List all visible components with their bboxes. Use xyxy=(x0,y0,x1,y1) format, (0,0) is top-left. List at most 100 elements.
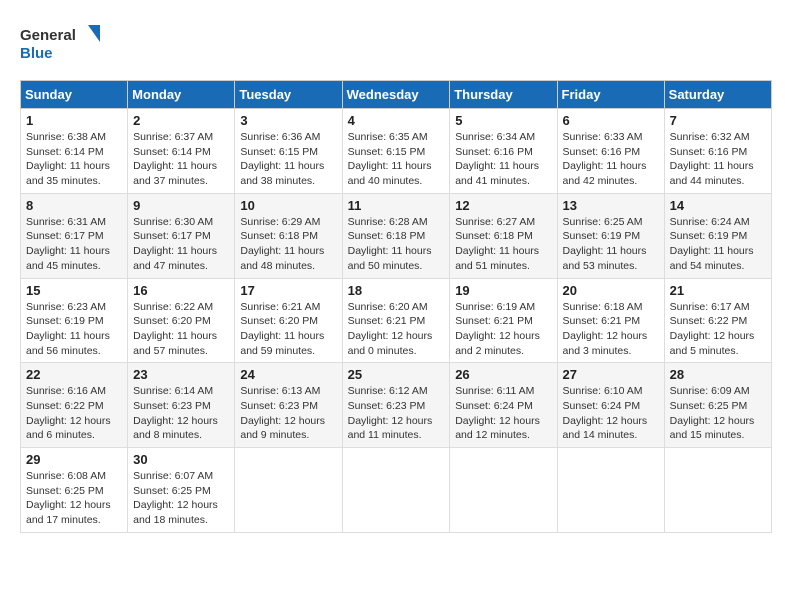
day-info: Sunrise: 6:38 AM Sunset: 6:14 PM Dayligh… xyxy=(26,130,122,189)
day-info: Sunrise: 6:29 AM Sunset: 6:18 PM Dayligh… xyxy=(240,215,336,274)
day-info: Sunrise: 6:12 AM Sunset: 6:23 PM Dayligh… xyxy=(348,384,445,443)
svg-text:Blue: Blue xyxy=(20,45,53,62)
calendar-cell: 29 Sunrise: 6:08 AM Sunset: 6:25 PM Dayl… xyxy=(21,448,128,533)
calendar-cell: 2 Sunrise: 6:37 AM Sunset: 6:14 PM Dayli… xyxy=(128,109,235,194)
day-info: Sunrise: 6:16 AM Sunset: 6:22 PM Dayligh… xyxy=(26,384,122,443)
day-number: 20 xyxy=(563,283,659,298)
weekday-header-tuesday: Tuesday xyxy=(235,81,342,109)
calendar-cell: 14 Sunrise: 6:24 AM Sunset: 6:19 PM Dayl… xyxy=(664,193,771,278)
day-info: Sunrise: 6:34 AM Sunset: 6:16 PM Dayligh… xyxy=(455,130,551,189)
day-number: 8 xyxy=(26,198,122,213)
day-info: Sunrise: 6:11 AM Sunset: 6:24 PM Dayligh… xyxy=(455,384,551,443)
day-info: Sunrise: 6:14 AM Sunset: 6:23 PM Dayligh… xyxy=(133,384,229,443)
svg-text:General: General xyxy=(20,27,76,44)
calendar-cell: 23 Sunrise: 6:14 AM Sunset: 6:23 PM Dayl… xyxy=(128,363,235,448)
day-number: 3 xyxy=(240,113,336,128)
calendar-table: SundayMondayTuesdayWednesdayThursdayFrid… xyxy=(20,80,772,533)
week-row-5: 29 Sunrise: 6:08 AM Sunset: 6:25 PM Dayl… xyxy=(21,448,772,533)
day-info: Sunrise: 6:32 AM Sunset: 6:16 PM Dayligh… xyxy=(670,130,766,189)
logo-svg: General Blue xyxy=(20,20,100,70)
day-number: 16 xyxy=(133,283,229,298)
day-info: Sunrise: 6:30 AM Sunset: 6:17 PM Dayligh… xyxy=(133,215,229,274)
day-number: 25 xyxy=(348,367,445,382)
calendar-cell: 15 Sunrise: 6:23 AM Sunset: 6:19 PM Dayl… xyxy=(21,278,128,363)
calendar-cell: 27 Sunrise: 6:10 AM Sunset: 6:24 PM Dayl… xyxy=(557,363,664,448)
calendar-cell: 26 Sunrise: 6:11 AM Sunset: 6:24 PM Dayl… xyxy=(450,363,557,448)
calendar-cell: 21 Sunrise: 6:17 AM Sunset: 6:22 PM Dayl… xyxy=(664,278,771,363)
calendar-cell: 6 Sunrise: 6:33 AM Sunset: 6:16 PM Dayli… xyxy=(557,109,664,194)
calendar-cell: 16 Sunrise: 6:22 AM Sunset: 6:20 PM Dayl… xyxy=(128,278,235,363)
day-number: 9 xyxy=(133,198,229,213)
day-info: Sunrise: 6:19 AM Sunset: 6:21 PM Dayligh… xyxy=(455,300,551,359)
calendar-cell xyxy=(664,448,771,533)
day-info: Sunrise: 6:10 AM Sunset: 6:24 PM Dayligh… xyxy=(563,384,659,443)
day-info: Sunrise: 6:24 AM Sunset: 6:19 PM Dayligh… xyxy=(670,215,766,274)
day-info: Sunrise: 6:08 AM Sunset: 6:25 PM Dayligh… xyxy=(26,469,122,528)
day-number: 12 xyxy=(455,198,551,213)
day-info: Sunrise: 6:17 AM Sunset: 6:22 PM Dayligh… xyxy=(670,300,766,359)
calendar-cell: 13 Sunrise: 6:25 AM Sunset: 6:19 PM Dayl… xyxy=(557,193,664,278)
calendar-cell: 22 Sunrise: 6:16 AM Sunset: 6:22 PM Dayl… xyxy=(21,363,128,448)
day-number: 26 xyxy=(455,367,551,382)
day-number: 13 xyxy=(563,198,659,213)
calendar-cell: 25 Sunrise: 6:12 AM Sunset: 6:23 PM Dayl… xyxy=(342,363,450,448)
day-info: Sunrise: 6:33 AM Sunset: 6:16 PM Dayligh… xyxy=(563,130,659,189)
day-number: 27 xyxy=(563,367,659,382)
calendar-cell xyxy=(557,448,664,533)
day-info: Sunrise: 6:25 AM Sunset: 6:19 PM Dayligh… xyxy=(563,215,659,274)
day-number: 1 xyxy=(26,113,122,128)
day-info: Sunrise: 6:31 AM Sunset: 6:17 PM Dayligh… xyxy=(26,215,122,274)
calendar-cell xyxy=(235,448,342,533)
day-number: 10 xyxy=(240,198,336,213)
calendar-cell: 17 Sunrise: 6:21 AM Sunset: 6:20 PM Dayl… xyxy=(235,278,342,363)
day-number: 18 xyxy=(348,283,445,298)
logo: General Blue xyxy=(20,20,100,70)
calendar-cell: 19 Sunrise: 6:19 AM Sunset: 6:21 PM Dayl… xyxy=(450,278,557,363)
week-row-3: 15 Sunrise: 6:23 AM Sunset: 6:19 PM Dayl… xyxy=(21,278,772,363)
day-number: 30 xyxy=(133,452,229,467)
day-number: 6 xyxy=(563,113,659,128)
calendar-cell: 9 Sunrise: 6:30 AM Sunset: 6:17 PM Dayli… xyxy=(128,193,235,278)
page-header: General Blue xyxy=(20,20,772,70)
weekday-header-thursday: Thursday xyxy=(450,81,557,109)
calendar-cell: 5 Sunrise: 6:34 AM Sunset: 6:16 PM Dayli… xyxy=(450,109,557,194)
day-number: 14 xyxy=(670,198,766,213)
week-row-4: 22 Sunrise: 6:16 AM Sunset: 6:22 PM Dayl… xyxy=(21,363,772,448)
calendar-cell: 28 Sunrise: 6:09 AM Sunset: 6:25 PM Dayl… xyxy=(664,363,771,448)
calendar-cell: 18 Sunrise: 6:20 AM Sunset: 6:21 PM Dayl… xyxy=(342,278,450,363)
day-info: Sunrise: 6:37 AM Sunset: 6:14 PM Dayligh… xyxy=(133,130,229,189)
day-info: Sunrise: 6:18 AM Sunset: 6:21 PM Dayligh… xyxy=(563,300,659,359)
day-info: Sunrise: 6:13 AM Sunset: 6:23 PM Dayligh… xyxy=(240,384,336,443)
day-number: 28 xyxy=(670,367,766,382)
day-number: 5 xyxy=(455,113,551,128)
calendar-cell: 1 Sunrise: 6:38 AM Sunset: 6:14 PM Dayli… xyxy=(21,109,128,194)
calendar-cell xyxy=(450,448,557,533)
calendar-cell: 4 Sunrise: 6:35 AM Sunset: 6:15 PM Dayli… xyxy=(342,109,450,194)
day-number: 2 xyxy=(133,113,229,128)
day-number: 22 xyxy=(26,367,122,382)
day-info: Sunrise: 6:36 AM Sunset: 6:15 PM Dayligh… xyxy=(240,130,336,189)
calendar-cell xyxy=(342,448,450,533)
day-number: 15 xyxy=(26,283,122,298)
day-info: Sunrise: 6:22 AM Sunset: 6:20 PM Dayligh… xyxy=(133,300,229,359)
day-number: 4 xyxy=(348,113,445,128)
day-info: Sunrise: 6:27 AM Sunset: 6:18 PM Dayligh… xyxy=(455,215,551,274)
day-number: 24 xyxy=(240,367,336,382)
day-number: 29 xyxy=(26,452,122,467)
calendar-cell: 20 Sunrise: 6:18 AM Sunset: 6:21 PM Dayl… xyxy=(557,278,664,363)
weekday-header-row: SundayMondayTuesdayWednesdayThursdayFrid… xyxy=(21,81,772,109)
weekday-header-friday: Friday xyxy=(557,81,664,109)
weekday-header-sunday: Sunday xyxy=(21,81,128,109)
day-info: Sunrise: 6:21 AM Sunset: 6:20 PM Dayligh… xyxy=(240,300,336,359)
day-number: 21 xyxy=(670,283,766,298)
calendar-cell: 3 Sunrise: 6:36 AM Sunset: 6:15 PM Dayli… xyxy=(235,109,342,194)
day-info: Sunrise: 6:07 AM Sunset: 6:25 PM Dayligh… xyxy=(133,469,229,528)
calendar-cell: 7 Sunrise: 6:32 AM Sunset: 6:16 PM Dayli… xyxy=(664,109,771,194)
calendar-cell: 12 Sunrise: 6:27 AM Sunset: 6:18 PM Dayl… xyxy=(450,193,557,278)
day-number: 11 xyxy=(348,198,445,213)
day-number: 23 xyxy=(133,367,229,382)
calendar-cell: 11 Sunrise: 6:28 AM Sunset: 6:18 PM Dayl… xyxy=(342,193,450,278)
calendar-cell: 24 Sunrise: 6:13 AM Sunset: 6:23 PM Dayl… xyxy=(235,363,342,448)
weekday-header-saturday: Saturday xyxy=(664,81,771,109)
calendar-cell: 10 Sunrise: 6:29 AM Sunset: 6:18 PM Dayl… xyxy=(235,193,342,278)
